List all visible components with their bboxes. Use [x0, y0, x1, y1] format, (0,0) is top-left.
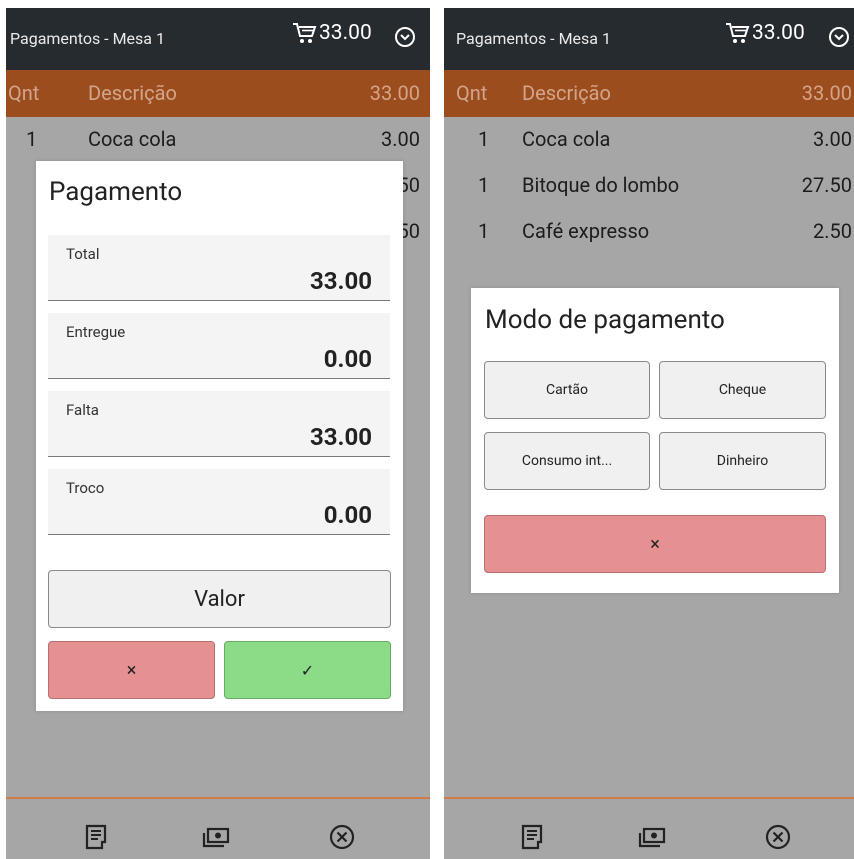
top-bar: Pagamentos - Mesa 1 33.00 — [444, 8, 854, 70]
page-title: Pagamentos - Mesa 1 — [456, 29, 611, 48]
cart-icon — [293, 23, 317, 43]
header-total: 33.00 — [369, 81, 420, 105]
cartao-button[interactable]: Cartão — [484, 361, 650, 419]
dinheiro-label: Dinheiro — [716, 453, 769, 469]
row-price: 3.00 — [381, 127, 420, 151]
cart-icon — [726, 23, 750, 43]
payment-dialog: Pagamento Total 33.00 Entregue 0.00 Falt… — [36, 161, 403, 711]
row-price: 27.50 — [801, 173, 852, 197]
payment-screen-left: Pagamentos - Mesa 1 33.00 Qnt Descrição … — [6, 8, 430, 859]
payment-screen-right: Pagamentos - Mesa 1 33.00 Qnt Descrição … — [444, 8, 854, 859]
row-qty: 1 — [478, 127, 490, 151]
entregue-field[interactable]: Entregue 0.00 — [48, 313, 390, 379]
cart-total-value: 33.00 — [752, 21, 805, 45]
table-header: Qnt Descrição 33.00 — [444, 70, 854, 117]
bottom-toolbar — [444, 797, 854, 859]
dinheiro-button[interactable]: Dinheiro — [659, 432, 826, 490]
table-row[interactable]: 1 Café expresso 2.50 — [444, 209, 854, 255]
close-circle-icon[interactable] — [764, 823, 792, 851]
cancel-button[interactable]: × — [48, 641, 215, 699]
top-bar: Pagamentos - Mesa 1 33.00 — [6, 8, 430, 70]
troco-value: 0.00 — [323, 501, 372, 529]
receipt-icon[interactable] — [518, 823, 546, 851]
cart-total-value: 33.00 — [319, 21, 372, 45]
row-price: 3.00 — [813, 127, 852, 151]
troco-label: Troco — [66, 479, 105, 497]
falta-value: 33.00 — [309, 423, 372, 451]
header-descricao: Descrição — [522, 81, 611, 105]
close-icon: × — [650, 533, 660, 555]
falta-label: Falta — [66, 401, 99, 419]
table-row[interactable]: 1 Bitoque do lombo 27.50 — [444, 163, 854, 209]
cart-total[interactable]: 33.00 — [724, 21, 805, 45]
total-field: Total 33.00 — [48, 235, 390, 301]
entregue-value: 0.00 — [323, 345, 372, 373]
header-descricao: Descrição — [88, 81, 177, 105]
consumo-interno-button[interactable]: Consumo int... — [484, 432, 650, 490]
row-description: Bitoque do lombo — [522, 173, 680, 197]
table-row[interactable]: 1 Coca cola 3.00 — [444, 117, 854, 163]
receipt-icon[interactable] — [82, 823, 110, 851]
row-description: Café expresso — [522, 219, 650, 243]
entregue-label: Entregue — [66, 323, 126, 341]
table-row[interactable]: 1 Coca cola 3.00 — [6, 117, 430, 163]
payment-mode-dialog: Modo de pagamento Cartão Cheque Consumo … — [471, 288, 839, 593]
total-value: 33.00 — [309, 267, 372, 295]
header-total: 33.00 — [801, 81, 852, 105]
row-qty: 1 — [478, 173, 490, 197]
confirm-button[interactable]: ✓ — [224, 641, 391, 699]
cheque-label: Cheque — [718, 382, 767, 398]
row-qty: 1 — [478, 219, 490, 243]
money-icon[interactable] — [638, 823, 666, 851]
valor-label: Valor — [194, 586, 245, 612]
chevron-down-circle-icon[interactable] — [394, 26, 416, 48]
header-qnt: Qnt — [8, 81, 40, 105]
total-label: Total — [66, 245, 100, 263]
row-price: 2.50 — [813, 219, 852, 243]
dialog-title: Pagamento — [49, 177, 183, 207]
chevron-down-circle-icon[interactable] — [828, 26, 850, 48]
cartao-label: Cartão — [546, 382, 588, 398]
cart-total[interactable]: 33.00 — [291, 21, 372, 45]
check-icon: ✓ — [300, 660, 315, 680]
troco-field: Troco 0.00 — [48, 469, 390, 535]
money-icon[interactable] — [202, 823, 230, 851]
dialog-title: Modo de pagamento — [485, 305, 725, 335]
header-qnt: Qnt — [456, 81, 488, 105]
row-description: Coca cola — [88, 127, 177, 151]
consumo-interno-label: Consumo int... — [521, 453, 613, 469]
row-description: Coca cola — [522, 127, 611, 151]
falta-field: Falta 33.00 — [48, 391, 390, 457]
table-header: Qnt Descrição 33.00 — [6, 70, 430, 117]
close-circle-icon[interactable] — [328, 823, 356, 851]
valor-button[interactable]: Valor — [48, 570, 391, 628]
cancel-button[interactable]: × — [484, 515, 826, 573]
close-icon: × — [126, 659, 137, 681]
cheque-button[interactable]: Cheque — [659, 361, 826, 419]
page-title: Pagamentos - Mesa 1 — [10, 29, 165, 48]
bottom-toolbar — [6, 797, 430, 859]
row-qty: 1 — [26, 127, 38, 151]
